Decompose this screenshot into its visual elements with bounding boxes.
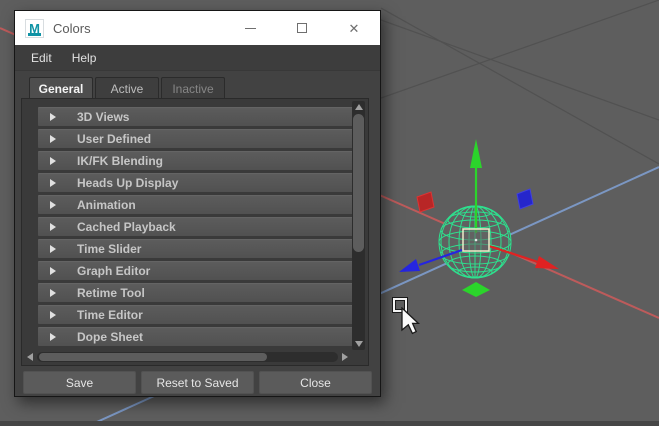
menu-bar: Edit Help [15, 45, 380, 71]
arrow-up-icon [354, 104, 363, 110]
close-button[interactable]: ✕ [328, 11, 380, 45]
minimize-icon [244, 27, 256, 29]
maximize-button[interactable] [276, 11, 328, 45]
horizontal-scroll-track[interactable] [37, 352, 338, 362]
colors-dialog: M Colors ✕ Edit Help General Active Inactiv… [14, 10, 381, 397]
expand-arrow-icon[interactable] [50, 289, 56, 297]
reset-to-saved-button[interactable]: Reset to Saved [141, 371, 254, 394]
close-icon: ✕ [348, 20, 360, 36]
tab-inactive[interactable]: Inactive [161, 77, 225, 99]
dialog-title: Colors [53, 20, 91, 36]
tab-bar: General Active Inactive [29, 77, 227, 99]
section-label: User Defined [77, 132, 152, 146]
section-row-animation[interactable]: Animation [38, 195, 353, 214]
vertical-scrollbar[interactable] [352, 101, 365, 350]
expand-arrow-icon[interactable] [50, 267, 56, 275]
expand-arrow-icon[interactable] [50, 135, 56, 143]
tab-active[interactable]: Active [95, 77, 159, 99]
arrow-left-icon [27, 353, 33, 361]
horizontal-scrollbar[interactable] [24, 351, 351, 363]
expand-arrow-icon[interactable] [50, 201, 56, 209]
expand-arrow-icon[interactable] [50, 311, 56, 319]
color-sections-panel: 3D Views User Defined IK/FK Blending Heads … [21, 98, 369, 366]
section-row-ik-fk-blending[interactable]: IK/FK Blending [38, 151, 353, 170]
maya-application: M Colors ✕ Edit Help General Active Inactiv… [0, 0, 659, 426]
arrow-down-icon [354, 341, 363, 347]
menu-item-help[interactable]: Help [62, 47, 107, 69]
section-row-time-slider[interactable]: Time Slider [38, 239, 353, 258]
section-label: Graph Editor [77, 264, 151, 278]
section-list: 3D Views User Defined IK/FK Blending Heads … [38, 107, 353, 349]
minimize-button[interactable] [224, 11, 276, 45]
section-row-dope-sheet[interactable]: Dope Sheet [38, 327, 353, 346]
expand-arrow-icon[interactable] [50, 157, 56, 165]
expand-arrow-icon[interactable] [50, 245, 56, 253]
scroll-down-button[interactable] [352, 338, 365, 350]
viewport-bottom-edge [0, 421, 659, 426]
section-label: Cached Playback [77, 220, 176, 234]
save-button[interactable]: Save [23, 371, 136, 394]
maya-icon-band [28, 32, 41, 36]
horizontal-scroll-thumb[interactable] [39, 353, 267, 361]
section-label: Time Slider [77, 242, 142, 256]
grid-lines [380, 0, 659, 165]
scroll-up-button[interactable] [352, 101, 365, 113]
maximize-icon [297, 23, 307, 33]
section-row-cached-playback[interactable]: Cached Playback [38, 217, 353, 236]
manipulator-center-dot [474, 238, 478, 242]
section-row-time-editor[interactable]: Time Editor [38, 305, 353, 324]
expand-arrow-icon[interactable] [50, 113, 56, 121]
section-label: Retime Tool [77, 286, 145, 300]
section-label: 3D Views [77, 110, 130, 124]
scroll-left-button[interactable] [24, 351, 36, 363]
maya-icon: M [25, 18, 44, 38]
expand-arrow-icon[interactable] [50, 179, 56, 187]
manipulator-xy-plane-handle[interactable] [416, 191, 435, 213]
manipulator-yz-plane-handle[interactable] [516, 188, 534, 210]
expand-arrow-icon[interactable] [50, 223, 56, 231]
dialog-titlebar[interactable]: M Colors ✕ [15, 11, 380, 45]
menu-item-edit[interactable]: Edit [21, 47, 62, 69]
tab-general[interactable]: General [29, 77, 93, 99]
section-row-graph-editor[interactable]: Graph Editor [38, 261, 353, 280]
section-row-retime-tool[interactable]: Retime Tool [38, 283, 353, 302]
cursor-arrow-icon [401, 307, 421, 335]
section-label: Heads Up Display [77, 176, 179, 190]
section-row-heads-up-display[interactable]: Heads Up Display [38, 173, 353, 192]
section-row-user-defined[interactable]: User Defined [38, 129, 353, 148]
close-button[interactable]: Close [259, 371, 372, 394]
select-tool-cursor [392, 297, 429, 344]
section-label: IK/FK Blending [77, 154, 163, 168]
section-row-3d-views[interactable]: 3D Views [38, 107, 353, 126]
section-label: Animation [77, 198, 136, 212]
section-label: Time Editor [77, 308, 143, 322]
vertical-scroll-thumb[interactable] [353, 114, 364, 252]
expand-arrow-icon[interactable] [50, 333, 56, 341]
footer-buttons: Save Reset to Saved Close [23, 371, 372, 394]
manipulator-xz-plane-handle[interactable] [462, 282, 490, 297]
scroll-right-button[interactable] [339, 351, 351, 363]
section-label: Dope Sheet [77, 330, 144, 344]
arrow-right-icon [342, 353, 348, 361]
